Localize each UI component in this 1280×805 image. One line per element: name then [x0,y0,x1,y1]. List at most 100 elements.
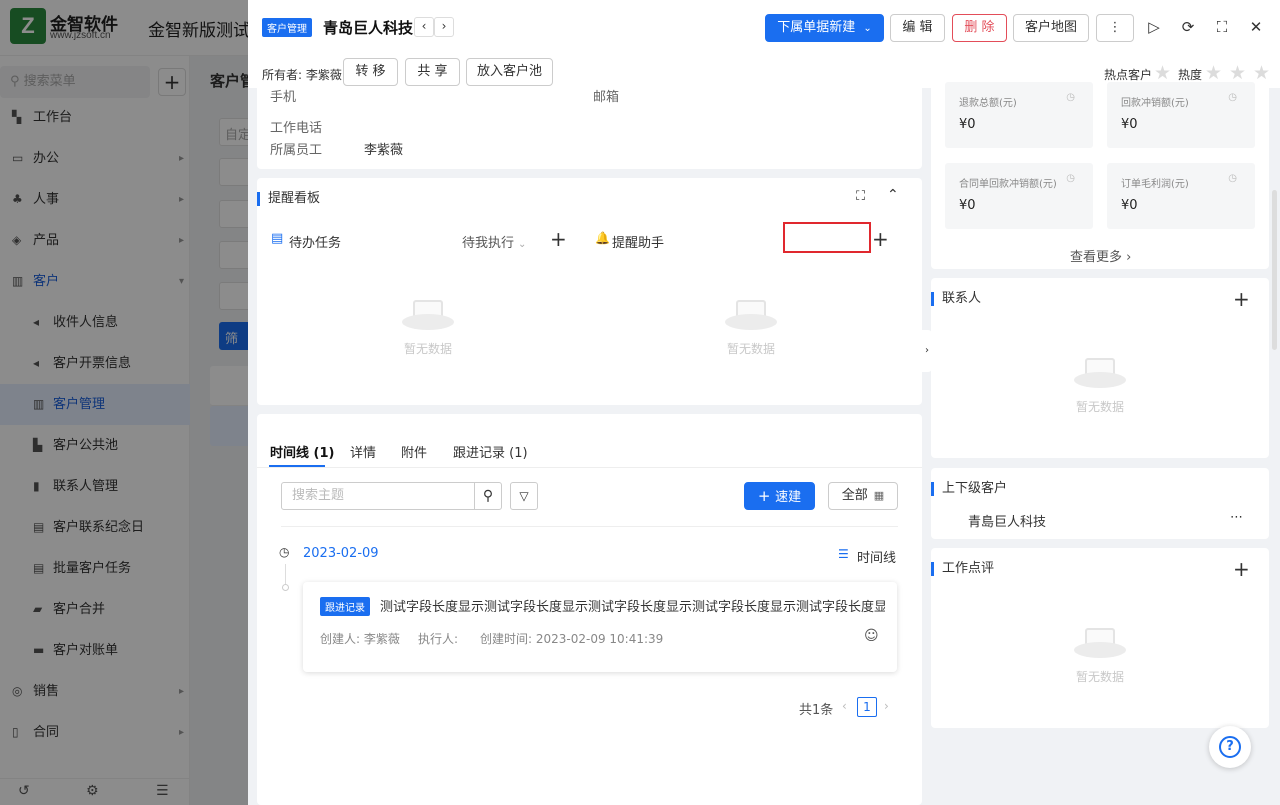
parent-child-customers-card: 上下级客户 青島巨人科技 ⋯ [931,468,1269,539]
tab-details[interactable]: 详情 [350,442,376,461]
contacts-empty: 暂无数据 [1060,358,1140,415]
stat-value: ¥0 [959,198,976,213]
hot-customer-star-icon[interactable]: ★ [1154,62,1171,84]
follow-up-entry[interactable]: 跟进记录 测试字段长度显示测试字段长度显示测试字段长度显示测试字段长度显示测试字… [303,582,897,672]
grid-icon: ▦ [873,489,885,502]
bell-icon: 🔔 [595,231,610,245]
help-icon: ? [1219,736,1241,758]
add-contact-icon[interactable]: + [1233,287,1250,311]
comments-empty: 暂无数据 [1060,628,1140,685]
reminder-assistant-label: 提醒助手 [612,236,665,251]
tab-follow-up[interactable]: 跟进记录 (1) [453,442,528,461]
timeline-search-input[interactable]: 搜索主题 [281,482,475,510]
work-phone-label: 工作电话 [270,121,323,136]
empty-text: 暂无数据 [403,342,452,356]
stat-label: 订单毛利润(元) [1121,179,1189,190]
related-customer-item[interactable]: 青島巨人科技 [968,511,1046,530]
customer-map-button[interactable]: 客户地图 [1013,14,1089,42]
drawer-header: 客户管理 青岛巨人科技 ‹ › 下属单据新建 ⌄ 编 辑 删 除 客户地图 ⋮ … [248,0,1280,88]
add-todo-icon[interactable]: + [550,227,567,251]
employee-value: 李紫薇 [364,143,404,158]
follow-up-text: 测试字段长度显示测试字段长度显示测试字段长度显示测试字段长度显示测试字段长度显示… [380,600,885,615]
basic-info-card: 手机 邮箱 工作电话 所属员工 李紫薇 [257,88,922,169]
empty-text: 暂无数据 [1075,670,1124,684]
plus-icon: + [757,487,776,505]
quick-create-label: 速建 [775,490,802,505]
tab-timeline[interactable]: 时间线 (1) [270,442,334,461]
heat-star-icon[interactable]: ★ [1229,62,1246,84]
empty-box-icon [1074,358,1126,388]
see-more-link[interactable]: 查看更多 › [1070,246,1131,265]
stat-label: 退款总额(元) [959,98,1017,109]
refresh-icon[interactable]: ⟳ [1178,17,1198,37]
executor-text: 执行人: [418,632,459,646]
chevron-right-icon: › [1122,250,1132,265]
stat-value: ¥0 [1121,198,1138,213]
contacts-title: 联系人 [931,292,981,306]
tab-divider [257,467,922,468]
work-comments-card: 工作点评 + 暂无数据 [931,548,1269,728]
prev-record-icon[interactable]: ‹ [414,17,434,37]
tab-attachments[interactable]: 附件 [401,442,427,461]
all-filter-button[interactable]: 全部 ▦ [828,482,898,510]
chevron-down-icon: ⌄ [863,23,872,34]
new-sub-document-button[interactable]: 下属单据新建 ⌄ [765,14,884,42]
more-options-icon[interactable]: ⋯ [1230,510,1243,525]
creator-text: 创建人: 李紫薇 [320,632,400,646]
stat-label: 合同单回款冲销额(元) [959,179,1057,190]
reminder-board-card: 提醒看板 ⛶ ⌃ ▤ 待办任务 待我执行 ⌄ + 🔔 提醒助手 + 暂无数据 暂无… [257,178,922,405]
customer-title: 青岛巨人科技 [323,19,414,37]
search-icon[interactable]: ⚲ [474,482,502,510]
assistant-empty: 暂无数据 [711,300,791,357]
transfer-button[interactable]: 转 移 [343,58,398,86]
next-page-icon[interactable]: › [884,699,889,713]
close-icon[interactable]: ✕ [1246,17,1266,37]
expand-icon[interactable]: ⛶ [856,189,865,204]
info-icon: ◷ [1066,92,1075,103]
reminder-board-title: 提醒看板 [257,192,320,206]
more-button[interactable]: ⋮ [1096,14,1134,42]
empty-box-icon [402,300,454,330]
next-record-icon[interactable]: › [434,17,454,37]
info-icon: ◷ [1228,92,1237,103]
collapse-up-icon[interactable]: ⌃ [887,187,899,203]
empty-text: 暂无数据 [1075,400,1124,414]
heat-star-icon[interactable]: ★ [1205,62,1222,84]
scrollbar[interactable] [1272,190,1277,350]
edit-button[interactable]: 编 辑 [890,14,945,42]
highlight-box [783,222,871,253]
heat-label: 热度 [1178,68,1203,82]
mobile-label: 手机 [270,90,297,105]
fullscreen-icon[interactable]: ⛶ [1212,17,1232,37]
help-button[interactable]: ? [1209,726,1251,768]
empty-box-icon [1074,628,1126,658]
filter-icon[interactable]: ▽ [510,482,538,510]
hot-customer-label: 热点客户 [1104,68,1153,82]
delete-button[interactable]: 删 除 [952,14,1007,42]
created-time-text: 创建时间: 2023-02-09 10:41:39 [480,632,664,646]
comment-icon[interactable]: ☺ [864,628,879,644]
timeline-view-label[interactable]: 时间线 [857,547,896,566]
timeline-line [285,564,286,584]
quick-create-button[interactable]: + 速建 [744,482,815,510]
add-comment-icon[interactable]: + [1233,557,1250,581]
heat-star-icon[interactable]: ★ [1253,62,1270,84]
contacts-card: 联系人 + 暂无数据 [931,278,1269,458]
todo-filter-select[interactable]: 待我执行 ⌄ [462,232,526,251]
total-count: 共1条 [799,703,834,718]
share-button[interactable]: 共 享 [405,58,460,86]
all-filter-label: 全部 [841,488,868,503]
stat-value: ¥0 [1121,117,1138,132]
page-number[interactable]: 1 [857,697,877,717]
stat-payback-writeoff: 回款冲销额(元) ◷ ¥0 [1107,82,1255,148]
stat-label: 回款冲销额(元) [1121,98,1189,109]
email-label: 邮箱 [593,90,620,105]
prev-page-icon[interactable]: ‹ [842,699,847,713]
put-into-pool-button[interactable]: 放入客户池 [466,58,553,86]
follow-up-tag: 跟进记录 [320,597,370,616]
play-icon[interactable]: ▷ [1144,17,1164,37]
stat-refund-total: 退款总额(元) ◷ ¥0 [945,82,1093,148]
add-reminder-icon[interactable]: + [872,227,889,251]
info-icon: ◷ [1228,173,1237,184]
chevron-down-icon: ⌄ [518,239,527,250]
